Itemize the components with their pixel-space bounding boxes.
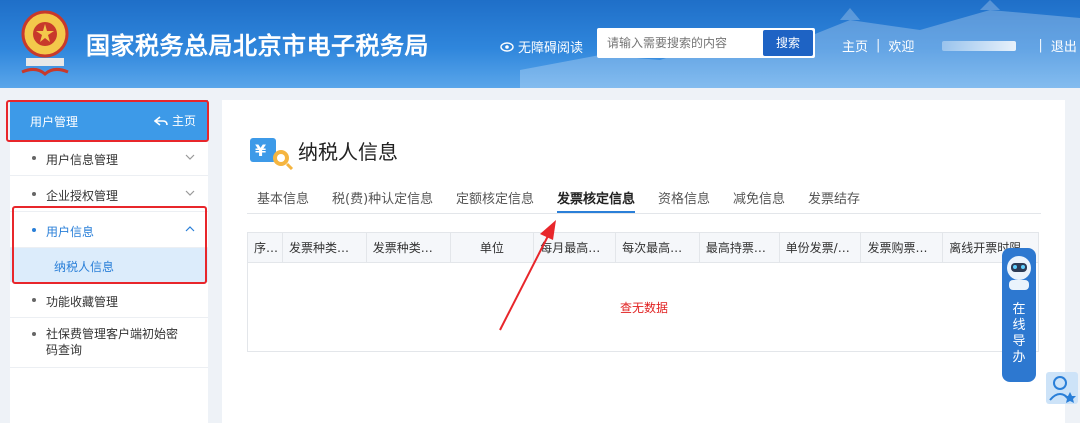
empty-state-text: 查无数据 [619,301,668,315]
site-header: 国家税务总局北京市电子税务局 无障碍阅读 搜索 主页 | 欢迎 | 退出 [0,0,1080,88]
column-header: 单份发票/最... [780,233,862,263]
separator: | [1038,38,1043,53]
chevron-down-icon [185,190,195,196]
sidebar-item-user-info-management[interactable]: 用户信息管理 [10,140,208,176]
eye-icon [500,41,514,52]
welcome-text: 欢迎 [888,40,915,55]
column-header: 发票种类名称 [367,233,451,263]
header-links: 主页 | 欢迎 | 退出 [842,36,1077,55]
chevron-up-icon [185,226,195,232]
sidebar-subitem-taxpayer-info[interactable]: 纳税人信息 [10,248,208,282]
accessibility-reading-link[interactable]: 无障碍阅读 [500,37,583,56]
accessibility-user-icon[interactable] [1046,372,1078,404]
column-header: 每次最高购... [616,233,700,263]
svg-text:¥: ¥ [255,141,266,160]
sidebar-subitem-label: 纳税人信息 [54,260,115,274]
main-panel: ¥ 纳税人信息 基本信息 税(费)种认定信息 定额核定信息 发票核定信息 资格信… [222,100,1065,423]
sidebar-header: 用户管理 主页 [10,100,208,140]
separator: | [876,38,881,53]
tab-invoice-verification[interactable]: 发票核定信息 [557,188,636,213]
tab-quota-verification[interactable]: 定额核定信息 [456,188,534,207]
column-header: 每月最高购... [534,233,617,263]
search-button[interactable]: 搜索 [763,30,813,56]
tab-bar: 基本信息 税(费)种认定信息 定额核定信息 发票核定信息 资格信息 减免信息 发… [247,186,1041,214]
column-header: 序号 [248,233,283,263]
column-header: 最高持票数量 [700,233,780,263]
online-guide-button[interactable]: 在线导办 [1002,248,1036,382]
site-title: 国家税务总局北京市电子税务局 [86,32,429,60]
sidebar-item-user-info[interactable]: 用户信息 [10,212,208,248]
sidebar-item-label: 社保费管理客户端初始密码查询 [46,327,179,357]
bullet-icon [32,298,36,302]
page-title: 纳税人信息 [298,140,398,164]
table-header-row: 序号 发票种类代码 发票种类名称 单位 每月最高购... 每次最高购... 最高… [248,233,1038,263]
tab-qualification-info[interactable]: 资格信息 [658,188,710,207]
tab-invoice-balance[interactable]: 发票结存 [808,188,860,207]
back-arrow-icon [153,115,168,126]
tab-tax-type-recognition[interactable]: 税(费)种认定信息 [332,188,433,207]
home-link[interactable]: 主页 [842,36,868,55]
online-guide-text: 在线导办 [1012,302,1026,365]
online-guide-label: 在线导办 [1002,302,1036,366]
assistant-robot-icon [1007,256,1031,290]
tab-basic-info[interactable]: 基本信息 [257,188,309,207]
redacted-username [942,40,1017,51]
sidebar-home-button[interactable]: 主页 [153,112,196,129]
sidebar: 用户管理 主页 用户信息管理 企业授权管理 用户信息 纳税人信息 功能收藏管理 … [10,100,208,423]
invoice-verification-table: 序号 发票种类代码 发票种类名称 单位 每月最高购... 每次最高购... 最高… [247,232,1039,352]
bullet-icon [32,156,36,160]
tab-exemption-info[interactable]: 减免信息 [733,188,785,207]
accessibility-label: 无障碍阅读 [518,41,584,56]
column-header: 单位 [451,233,535,263]
logout-link[interactable]: 退出 [1051,36,1077,55]
sidebar-item-label: 企业授权管理 [46,189,119,203]
search-input[interactable] [597,28,757,58]
sidebar-title: 用户管理 [30,115,79,129]
sidebar-item-label: 用户信息管理 [46,153,119,167]
sidebar-item-label: 用户信息 [46,225,95,239]
sidebar-item-enterprise-authorization[interactable]: 企业授权管理 [10,176,208,212]
sidebar-item-favorites-management[interactable]: 功能收藏管理 [10,282,208,318]
bullet-icon [32,192,36,196]
sidebar-item-social-security-password[interactable]: 社保费管理客户端初始密码查询 [10,318,208,368]
sidebar-home-label: 主页 [171,114,196,128]
bullet-icon [32,332,36,336]
user-star-icon [1049,376,1076,403]
column-header: 发票购票方式 [861,233,944,263]
sidebar-item-label: 功能收藏管理 [46,295,119,309]
bullet-icon [32,228,36,232]
column-header: 发票种类代码 [283,233,367,263]
taxpayer-info-icon: ¥ [250,138,294,170]
chevron-down-icon [185,154,195,160]
tax-bureau-emblem-icon [21,10,69,77]
